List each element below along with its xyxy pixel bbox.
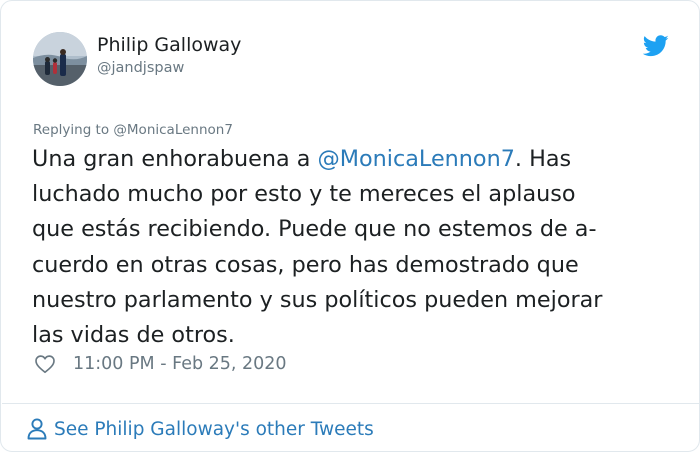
- see-other-tweets-link[interactable]: See Philip Galloway's other Tweets: [26, 414, 374, 444]
- tweet-line: Una gran enhorabuena a @MonicaLennon7. H…: [32, 142, 682, 177]
- tweet-timestamp[interactable]: 11:00 PM - Feb 25, 2020: [73, 354, 287, 374]
- tweet-line: luchado mucho por esto y te mereces el a…: [32, 181, 576, 208]
- heart-icon[interactable]: [34, 353, 56, 375]
- tweet-text: Una gran enhorabuena a @MonicaLennon7. H…: [32, 142, 682, 353]
- author-handle[interactable]: @jandjspaw: [97, 60, 184, 76]
- reply-to-handle[interactable]: @MonicaLennon7: [113, 122, 233, 138]
- tweet-text-segment: . Has: [514, 146, 572, 172]
- mention-link[interactable]: @MonicaLennon7: [318, 146, 515, 172]
- twitter-bird-icon[interactable]: [643, 35, 669, 57]
- tweet-card: Philip Galloway @jandjspaw Replying to @…: [0, 0, 700, 452]
- person-icon: [27, 418, 47, 440]
- avatar[interactable]: [33, 32, 87, 86]
- tweet-line: que estás recibiendo. Puede que no estem…: [32, 216, 597, 243]
- author-name[interactable]: Philip Galloway: [97, 34, 241, 56]
- replying-prefix: Replying to: [33, 122, 110, 138]
- avatar-photo: [33, 32, 87, 86]
- tweet-text-segment: Una gran enhorabuena a: [32, 146, 318, 172]
- tweet-line: las vidas de otros.: [32, 322, 235, 349]
- tweet-line: cuerdo en otras cosas, pero has demostra…: [32, 251, 579, 278]
- tweet-meta: 11:00 PM - Feb 25, 2020: [34, 351, 287, 377]
- replying-to: Replying to @MonicaLennon7: [33, 122, 233, 138]
- see-other-tweets-label[interactable]: See Philip Galloway's other Tweets: [54, 419, 374, 440]
- divider: [2, 403, 700, 404]
- tweet-line: nuestro parlamento y sus políticos puede…: [32, 286, 603, 313]
